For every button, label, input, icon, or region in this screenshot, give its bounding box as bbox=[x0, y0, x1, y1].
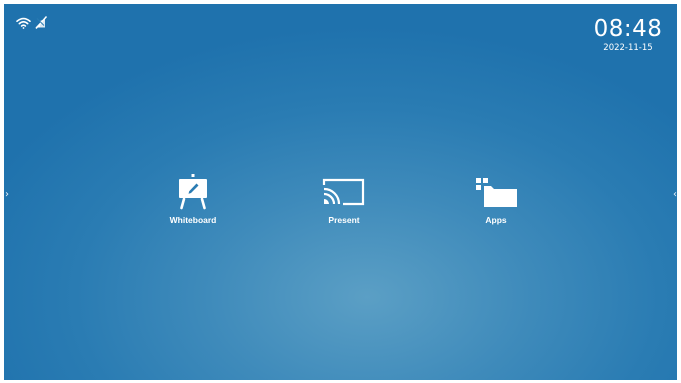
network-disconnected-icon bbox=[34, 16, 48, 29]
status-bar bbox=[16, 16, 48, 29]
present-label: Present bbox=[328, 215, 360, 225]
clock-time: 08:48 bbox=[593, 16, 663, 42]
whiteboard-easel-icon bbox=[153, 174, 233, 210]
cast-icon bbox=[304, 174, 384, 210]
clock-widget: 08:48 2022-11-15 bbox=[583, 16, 673, 54]
whiteboard-launcher[interactable]: Whiteboard bbox=[153, 174, 233, 225]
clock-date: 2022-11-15 bbox=[603, 43, 653, 53]
whiteboard-label: Whiteboard bbox=[169, 215, 217, 225]
home-screen: 08:48 2022-11-15 › ‹ Whiteboard Present bbox=[4, 4, 677, 380]
present-launcher[interactable]: Present bbox=[304, 174, 384, 225]
apps-label: Apps bbox=[485, 215, 507, 225]
left-edge-arrow[interactable]: › bbox=[5, 190, 9, 200]
right-edge-arrow[interactable]: ‹ bbox=[673, 190, 677, 200]
wifi-icon bbox=[16, 17, 31, 29]
apps-folder-icon bbox=[456, 174, 536, 210]
apps-launcher[interactable]: Apps bbox=[456, 174, 536, 225]
